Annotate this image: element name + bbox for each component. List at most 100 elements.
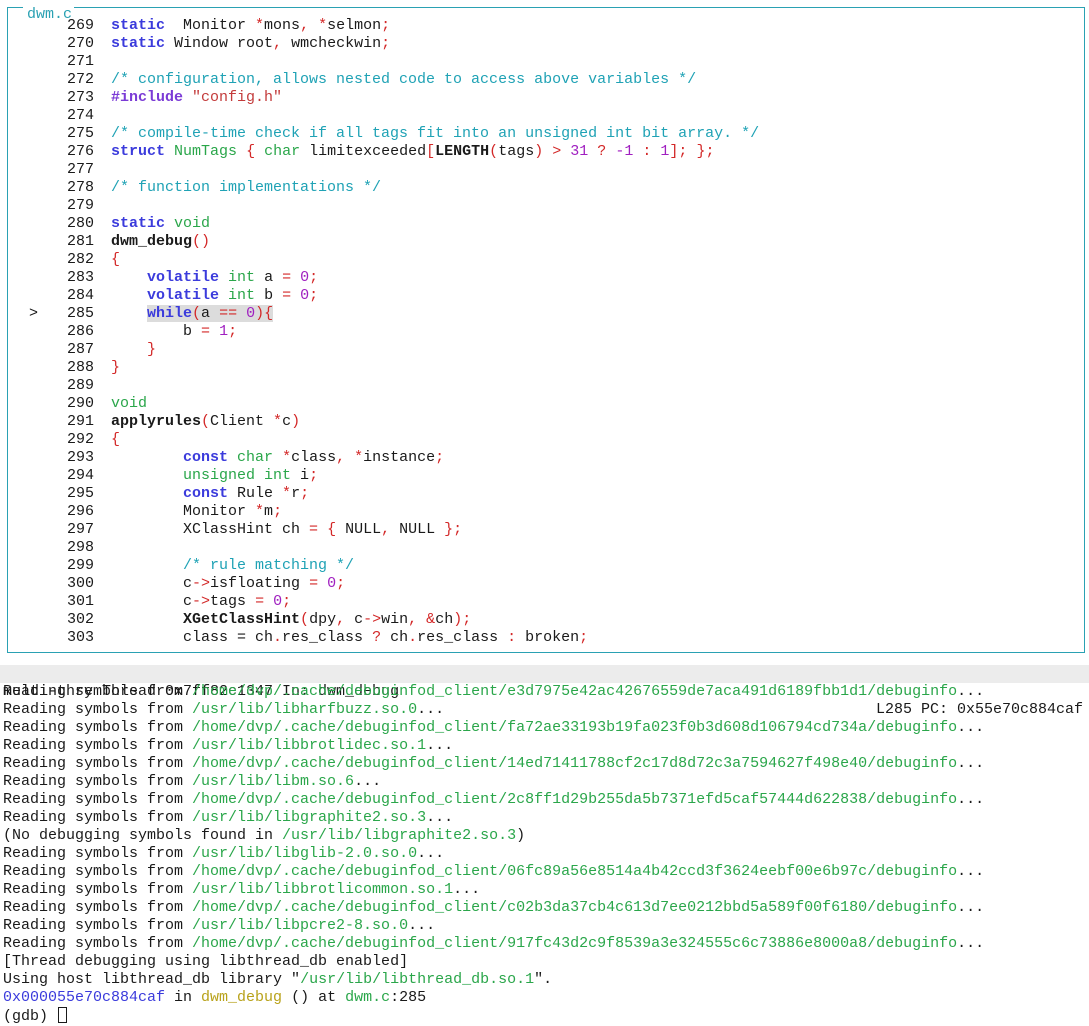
path-text: /home/dvp/.cache/debuginfod_client/14ed7… (192, 755, 958, 772)
code-token: 0 (327, 575, 337, 592)
output-text: Reading symbols from (3, 701, 193, 718)
code-token: c (282, 413, 292, 430)
code-token: /* configuration, allows nested code to … (111, 71, 697, 88)
source-line[interactable]: 289 (8, 377, 1084, 395)
code-token: tags (498, 143, 535, 160)
source-line[interactable]: 278 /* function implementations */ (8, 179, 1084, 197)
code-token: * (354, 449, 364, 466)
gdb-prompt-line[interactable]: (gdb) (3, 1007, 1089, 1025)
code-text: static Monitor *mons, *selmon; (111, 17, 390, 35)
source-line[interactable]: 286 b = 1; (8, 323, 1084, 341)
code-text: /* rule matching */ (111, 557, 354, 575)
code-token: ]; (669, 143, 688, 160)
code-text: b = 1; (111, 323, 237, 341)
code-token: . (273, 629, 283, 646)
code-text: struct NumTags { char limitexceeded[LENG… (111, 143, 714, 161)
source-line[interactable]: 300 c->isfloating = 0; (8, 575, 1084, 593)
code-token: XClassHint ch (183, 521, 310, 538)
source-line[interactable]: 270 static Window root, wmcheckwin; (8, 35, 1084, 53)
output-line: [Thread debugging using libthread_db ena… (3, 953, 1089, 971)
code-token: class (291, 449, 337, 466)
code-token: "config.h" (192, 89, 283, 106)
code-token: NULL (336, 521, 382, 538)
source-line[interactable]: 281 dwm_debug() (8, 233, 1084, 251)
code-token: 0 (300, 287, 310, 304)
code-token: ; (309, 269, 319, 286)
source-line[interactable]: 282 { (8, 251, 1084, 269)
code-token: Client (210, 413, 274, 430)
output-text: ) (516, 827, 526, 844)
code-token: mons (264, 17, 301, 34)
source-line[interactable]: 287 } (8, 341, 1084, 359)
source-line[interactable]: 301 c->tags = 0; (8, 593, 1084, 611)
code-token: Rule (228, 485, 283, 502)
code-token: Monitor (165, 17, 256, 34)
code-token: res_class (417, 629, 508, 646)
code-text: /* configuration, allows nested code to … (111, 71, 696, 89)
source-line[interactable]: 288} (8, 359, 1084, 377)
source-line[interactable]: 283 volatile int a = 0; (8, 269, 1084, 287)
source-line[interactable]: 302 XGetClassHint(dpy, c->win, &ch); (8, 611, 1084, 629)
source-line[interactable]: 292 { (8, 431, 1084, 449)
source-line[interactable]: 277 (8, 161, 1084, 179)
source-line[interactable]: 272 /* configuration, allows nested code … (8, 71, 1084, 89)
code-token: . (408, 629, 418, 646)
source-line[interactable]: 296 Monitor *m; (8, 503, 1084, 521)
source-line[interactable]: 299 /* rule matching */ (8, 557, 1084, 575)
code-token: * (318, 17, 328, 34)
source-line[interactable]: 275 /* compile-time check if all tags fit… (8, 125, 1084, 143)
code-token: int (228, 287, 256, 304)
output-text: Reading symbols from (3, 791, 193, 808)
source-line[interactable]: 280 static void (8, 215, 1084, 233)
source-line[interactable]: 290 void (8, 395, 1084, 413)
output-line: Reading symbols from /home/dvp/.cache/de… (3, 755, 1089, 773)
source-line[interactable]: 273 #include "config.h" (8, 89, 1084, 107)
code-token: ) (291, 413, 301, 430)
code-token: -1 (615, 143, 634, 160)
code-text: c->tags = 0; (111, 593, 291, 611)
source-window[interactable]: dwm.c 269 static Monitor *mons, *selmon; 2… (7, 7, 1085, 653)
output-text: Reading symbols from (3, 755, 193, 772)
code-token: c (345, 611, 364, 628)
source-line[interactable]: 295 const Rule *r; (8, 485, 1084, 503)
line-number: 292 (66, 431, 94, 448)
code-token: const (183, 485, 229, 502)
code-token: ? (372, 629, 382, 646)
code-token: void (111, 395, 148, 412)
source-line[interactable]: 269 static Monitor *mons, *selmon; (8, 17, 1084, 35)
output-text: Reading symbols from (3, 719, 193, 736)
source-line[interactable]: 294 unsigned int i; (8, 467, 1084, 485)
code-token: { (111, 431, 121, 448)
line-number: 277 (66, 161, 94, 178)
source-line[interactable]: 303 class = ch.res_class ? ch.res_class … (8, 629, 1084, 647)
source-line[interactable]: 284 volatile int b = 0; (8, 287, 1084, 305)
code-token: dwm_debug (111, 233, 193, 250)
command-output: Reading symbols from /home/dvp/.cache/de… (3, 683, 1089, 1007)
code-token: = (282, 287, 292, 304)
source-line[interactable]: 293 const char *class, *instance; (8, 449, 1084, 467)
source-line[interactable]: >285 while(a == 0){ (8, 305, 1084, 323)
source-line[interactable]: 298 (8, 539, 1084, 557)
command-window[interactable]: Reading symbols from /home/dvp/.cache/de… (3, 683, 1089, 1025)
source-line[interactable]: 276 struct NumTags { char limitexceeded[L… (8, 143, 1084, 161)
path-text: /home/dvp/.cache/debuginfod_client/e3d79… (192, 683, 958, 700)
code-text: volatile int a = 0; (111, 269, 318, 287)
code-token: ; (228, 323, 238, 340)
source-line[interactable]: 291 applyrules(Client *c) (8, 413, 1084, 431)
code-token: : (507, 629, 517, 646)
line-number: 291 (66, 413, 94, 430)
line-number: 296 (66, 503, 94, 520)
source-line[interactable]: 271 (8, 53, 1084, 71)
code-token: char (237, 449, 274, 466)
path-text: /usr/lib/libharfbuzz.so.0 (192, 701, 418, 718)
source-line[interactable]: 274 (8, 107, 1084, 125)
code-text: applyrules(Client *c) (111, 413, 300, 431)
code-token: * (282, 485, 292, 502)
source-line[interactable]: 297 XClassHint ch = { NULL, NULL }; (8, 521, 1084, 539)
output-line: Reading symbols from /usr/lib/libglib-2.… (3, 845, 1089, 863)
code-text: /* compile-time check if all tags fit in… (111, 125, 759, 143)
source-line[interactable]: 279 (8, 197, 1084, 215)
